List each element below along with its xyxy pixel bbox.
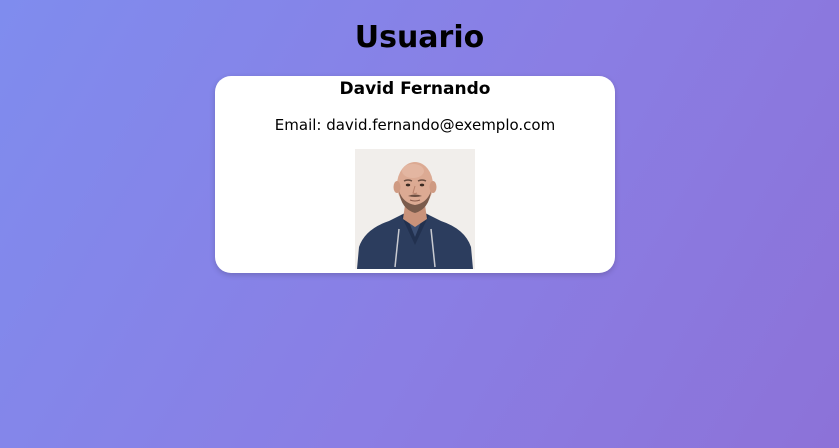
user-email: Email: david.fernando@exemplo.com (274, 116, 556, 134)
page-title: Usuario (354, 20, 485, 55)
user-photo-avatar-icon (355, 149, 475, 269)
user-name: David Fernando (339, 79, 491, 99)
user-card: David Fernando Email: david.fernando@exe… (215, 76, 615, 273)
user-photo (355, 149, 475, 269)
